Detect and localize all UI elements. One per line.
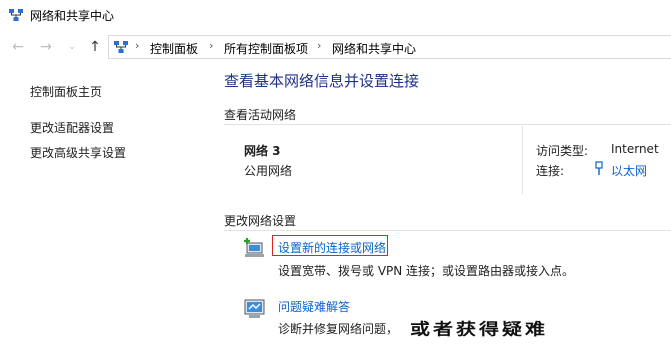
divider [224, 124, 671, 125]
overlay-watermark-text: 或者获得疑难 [410, 319, 548, 339]
recent-locations-chevron-icon[interactable]: ⌄ [63, 38, 81, 56]
back-arrow-icon[interactable]: ← [9, 38, 27, 56]
access-type-value: Internet [611, 142, 659, 156]
up-arrow-icon[interactable]: ↑ [86, 38, 104, 56]
access-type-label: 访问类型: [536, 144, 589, 158]
ethernet-icon [595, 161, 603, 175]
connection-label: 连接: [536, 164, 565, 178]
address-bar[interactable]: › 控制面板 › 所有控制面板项 › 网络和共享中心 [108, 35, 671, 59]
page-title: 查看基本网络信息并设置连接 [224, 72, 420, 90]
divider [522, 126, 523, 194]
sidebar-item-advanced-sharing[interactable]: 更改高级共享设置 [30, 144, 126, 161]
breadcrumb-all-items[interactable]: 所有控制面板项 [224, 40, 308, 57]
forward-arrow-icon[interactable]: → [37, 38, 55, 56]
divider [224, 230, 671, 231]
control-panel-icon [114, 41, 128, 53]
breadcrumb-separator-icon[interactable]: › [209, 39, 213, 52]
window-title: 网络和共享中心 [30, 9, 115, 23]
title-bar: 网络和共享中心 [0, 0, 671, 31]
breadcrumb-separator-icon[interactable]: › [317, 39, 321, 52]
ethernet-connection-link[interactable]: 以太网 [611, 162, 647, 179]
setup-new-connection-link[interactable]: 设置新的连接或网络 [278, 239, 386, 256]
troubleshoot-description: 诊断并修复网络问题， [278, 322, 399, 336]
network-type-link[interactable]: 公用网络 [244, 162, 292, 179]
sidebar-item-control-panel-home[interactable]: 控制面板主页 [30, 83, 102, 100]
breadcrumb-control-panel[interactable]: 控制面板 [150, 40, 198, 57]
sidebar-item-adapter-settings[interactable]: 更改适配器设置 [30, 119, 114, 136]
navigation-bar: ← → ⌄ ↑ › 控制面板 › 所有控制面板项 › 网络和共享中心 [0, 31, 671, 63]
breadcrumb-network-center[interactable]: 网络和共享中心 [332, 40, 416, 57]
setup-new-connection-description: 设置宽带、拨号或 VPN 连接；或设置路由器或接入点。 [278, 264, 575, 278]
change-settings-header: 更改网络设置 [224, 214, 297, 228]
breadcrumb-separator-icon[interactable]: › [135, 39, 139, 52]
troubleshoot-icon [244, 299, 265, 318]
network-center-icon [9, 9, 23, 21]
active-networks-header: 查看活动网络 [224, 108, 297, 122]
troubleshoot-link[interactable]: 问题疑难解答 [278, 298, 350, 315]
network-name: 网络 3 [244, 144, 281, 158]
new-connection-icon [244, 238, 264, 257]
